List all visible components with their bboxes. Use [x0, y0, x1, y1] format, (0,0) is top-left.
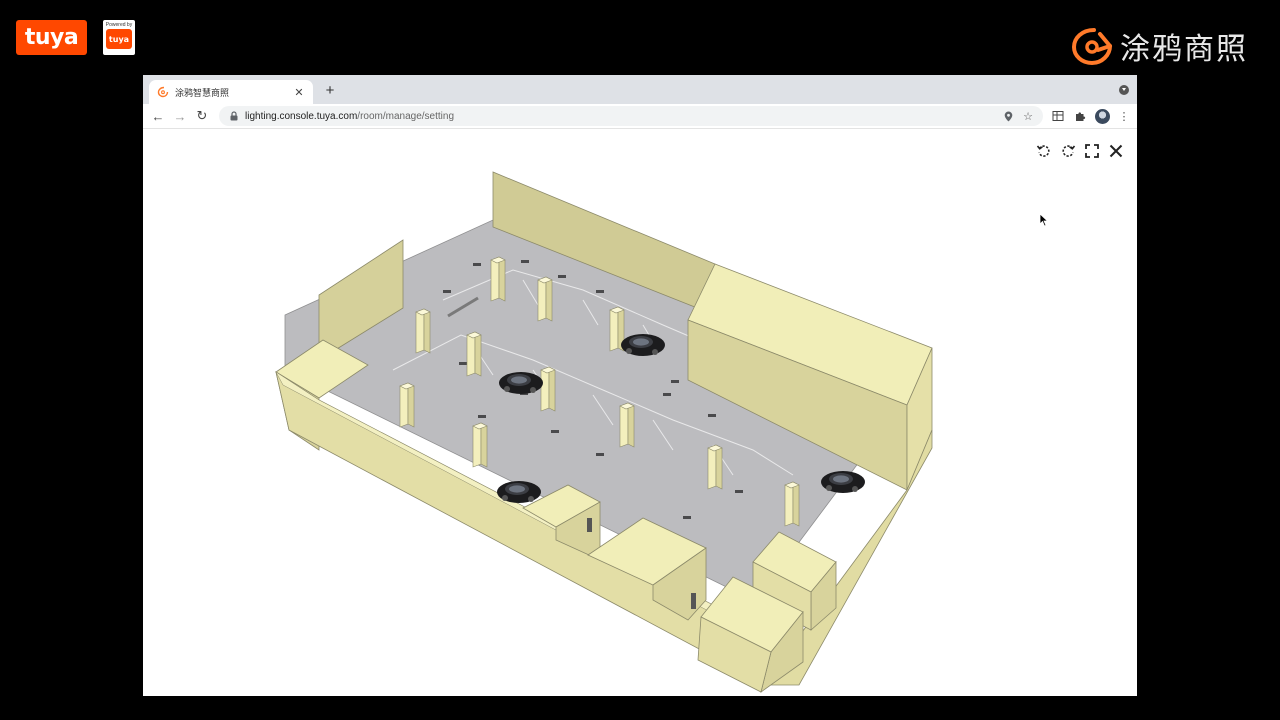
viewer-controls: [1035, 142, 1125, 160]
extension-icon[interactable]: [1049, 107, 1067, 125]
tuya-brand-icon: [1071, 28, 1112, 66]
tab-close-icon[interactable]: ✕: [293, 86, 305, 99]
browser-window: 涂鸦智慧商照 ✕ + ← → ↻ lighting.console.tuya.c…: [143, 75, 1137, 696]
parked-car: [497, 481, 541, 503]
parked-car: [621, 334, 665, 356]
powered-by-tuya-badge: Powered by tuya: [103, 20, 135, 55]
tab-active[interactable]: 涂鸦智慧商照 ✕: [149, 80, 313, 104]
url-path: /room/manage/setting: [357, 110, 455, 122]
tuya-logo: tuya: [16, 20, 87, 55]
fullscreen-icon[interactable]: [1083, 142, 1101, 160]
tuya-brand-watermark: 涂鸦商照: [1070, 22, 1248, 70]
pillar: [784, 481, 800, 527]
profile-avatar[interactable]: [1093, 107, 1111, 125]
lock-icon[interactable]: [229, 111, 239, 121]
pillar: [707, 444, 723, 490]
pillar: [540, 366, 556, 412]
location-icon[interactable]: [1001, 109, 1015, 123]
door: [691, 593, 696, 609]
powered-by-logo: tuya: [106, 29, 132, 49]
browser-menu-icon[interactable]: ⋮: [1115, 107, 1133, 125]
parked-car: [499, 372, 543, 394]
avatar: [1094, 108, 1110, 124]
browser-toolbar: ← → ↻ lighting.console.tuya.com/room/man…: [143, 104, 1137, 129]
brand-text: 涂鸦商照: [1120, 32, 1248, 67]
pillar: [537, 276, 553, 322]
new-tab-button[interactable]: +: [321, 82, 339, 100]
reload-button[interactable]: ↻: [191, 105, 213, 127]
url-text[interactable]: lighting.console.tuya.com/room/manage/se…: [245, 111, 995, 122]
puzzle-icon[interactable]: [1071, 107, 1089, 125]
tab-strip: 涂鸦智慧商照 ✕ +: [143, 75, 1137, 104]
rotate-left-icon[interactable]: [1035, 142, 1053, 160]
parked-car: [821, 471, 865, 493]
bookmark-star-icon[interactable]: ☆: [1021, 109, 1035, 123]
tuya-favicon-icon: [157, 86, 169, 98]
pillar: [472, 422, 488, 468]
parking-garage-3d-model[interactable]: [143, 130, 1137, 696]
pillar: [619, 402, 635, 448]
address-bar[interactable]: lighting.console.tuya.com/room/manage/se…: [219, 106, 1043, 126]
back-button[interactable]: ←: [147, 105, 169, 127]
rotate-right-icon[interactable]: [1059, 142, 1077, 160]
pillar: [490, 256, 506, 302]
forward-button[interactable]: →: [169, 105, 191, 127]
pillar: [399, 382, 415, 428]
pillar: [466, 331, 482, 377]
pillar: [415, 308, 431, 354]
tab-search-icon[interactable]: [1119, 85, 1129, 95]
powered-by-label: Powered by: [105, 22, 133, 28]
tuya-logo-text: tuya: [24, 25, 79, 50]
door: [587, 518, 592, 532]
close-icon[interactable]: [1107, 142, 1125, 160]
mouse-cursor-icon: [1039, 213, 1049, 227]
url-host: lighting.console.tuya.com: [245, 110, 358, 122]
toolbar-extensions: ⋮: [1049, 107, 1133, 125]
room-3d-viewer[interactable]: [143, 130, 1137, 696]
tab-title: 涂鸦智慧商照: [175, 88, 230, 99]
